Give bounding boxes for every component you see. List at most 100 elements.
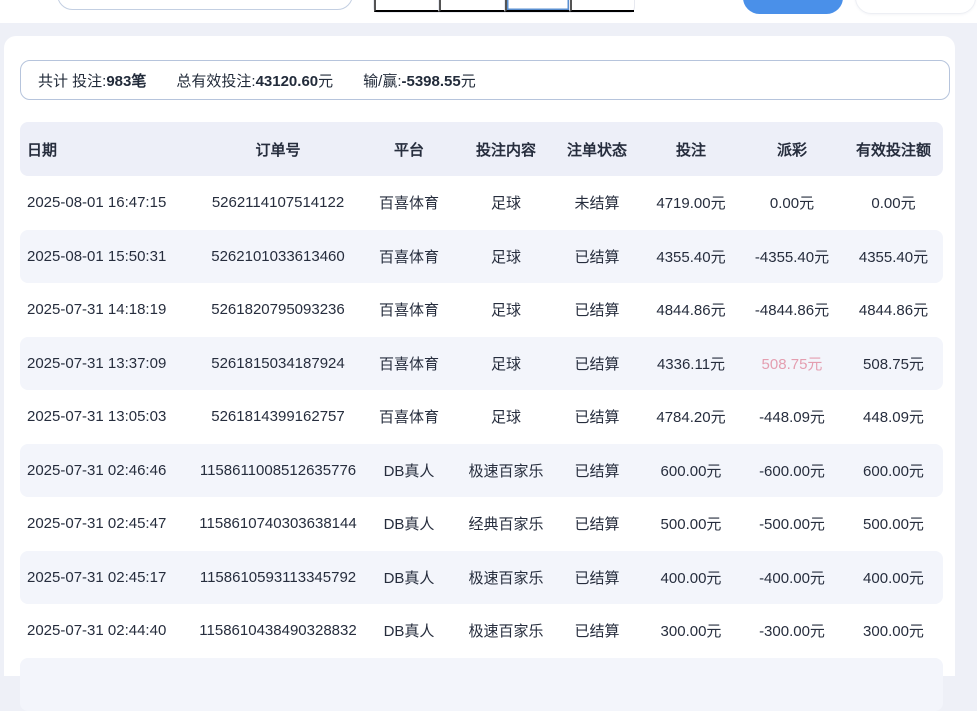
cell-payout: 508.75元	[740, 337, 844, 391]
table-row: 2025-07-31 02:46:46 1158611008512635776 …	[20, 444, 943, 498]
date-range-input[interactable]	[57, 0, 353, 10]
cell-payout: -300.00元	[740, 604, 844, 658]
table-row: 2025-07-31 02:44:40 1158610438490328832 …	[20, 604, 943, 658]
cell-platform: DB真人	[358, 551, 460, 605]
cell-date: 2025-07-31 13:37:09	[20, 337, 198, 391]
cell-content: 极速百家乐	[460, 604, 552, 658]
cell-order-id: 1158610593113345792	[198, 551, 358, 605]
cell-valid-bet: 4844.86元	[844, 283, 943, 337]
cell-content: 极速百家乐	[460, 551, 552, 605]
table-row: 2025-07-31 13:05:03 5261814399162757 百喜体…	[20, 390, 943, 444]
records-card: 共计 投注:983笔 总有效投注:43120.60元 输/赢:-5398.55元…	[4, 36, 955, 676]
cell-content: 极速百家乐	[460, 444, 552, 498]
cell-payout: 0.00元	[740, 176, 844, 230]
table-row: 2025-08-01 15:50:31 5262101033613460 百喜体…	[20, 230, 943, 284]
cell-bet: 400.00元	[642, 551, 740, 605]
cell-bet: 300.00元	[642, 604, 740, 658]
cell-bet: 4719.00元	[642, 176, 740, 230]
segment-button-1[interactable]	[374, 0, 439, 12]
column-header-order-id: 订单号	[198, 122, 358, 176]
cell-valid-bet: 600.00元	[844, 444, 943, 498]
table-row: 2025-07-31 02:45:47 1158610740303638144 …	[20, 497, 943, 551]
cell-bet: 4336.11元	[642, 337, 740, 391]
cell-platform: 百喜体育	[358, 230, 460, 284]
cell-bet: 4355.40元	[642, 230, 740, 284]
segment-button-3-active[interactable]	[505, 0, 570, 12]
cell-bet	[642, 658, 740, 711]
cell-status: 已结算	[552, 337, 642, 391]
cell-valid-bet: 400.00元	[844, 551, 943, 605]
cell-platform: DB真人	[358, 444, 460, 498]
cell-valid-bet: 448.09元	[844, 390, 943, 444]
summary-total-count: 共计 投注:983笔	[38, 70, 146, 91]
reset-button[interactable]	[855, 0, 976, 14]
cell-platform: 百喜体育	[358, 283, 460, 337]
cell-content: 经典百家乐	[460, 497, 552, 551]
cell-order-id: 1158610438490328832	[198, 604, 358, 658]
cell-valid-bet: 300.00元	[844, 604, 943, 658]
cell-order-id: 5261815034187924	[198, 337, 358, 391]
cell-order-id: 5261814399162757	[198, 390, 358, 444]
cell-platform: DB真人	[358, 497, 460, 551]
cell-platform: 百喜体育	[358, 176, 460, 230]
cell-payout	[740, 658, 844, 711]
table-row: 2025-07-31 02:45:17 1158610593113345792 …	[20, 551, 943, 605]
cell-status: 已结算	[552, 444, 642, 498]
column-header-platform: 平台	[358, 122, 460, 176]
table-row: 2025-07-31 13:37:09 5261815034187924 百喜体…	[20, 337, 943, 391]
cell-date: 2025-08-01 15:50:31	[20, 230, 198, 284]
cell-payout: -600.00元	[740, 444, 844, 498]
cell-order-id: 1158610740303638144	[198, 497, 358, 551]
cell-platform: 百喜体育	[358, 337, 460, 391]
period-segment-group	[373, 0, 635, 13]
cell-status	[552, 658, 642, 711]
cell-status: 已结算	[552, 283, 642, 337]
cell-status: 已结算	[552, 230, 642, 284]
cell-order-id: 5262114107514122	[198, 176, 358, 230]
summary-win-loss: 输/赢:-5398.55元	[363, 70, 476, 91]
cell-payout: -4844.86元	[740, 283, 844, 337]
cell-status: 已结算	[552, 604, 642, 658]
cell-platform: DB真人	[358, 604, 460, 658]
cell-date: 2025-07-31 02:46:46	[20, 444, 198, 498]
cell-valid-bet: 500.00元	[844, 497, 943, 551]
cell-payout: -448.09元	[740, 390, 844, 444]
cell-order-id: 5262101033613460	[198, 230, 358, 284]
cell-status: 已结算	[552, 551, 642, 605]
cell-date: 2025-07-31 02:45:17	[20, 551, 198, 605]
segment-button-2[interactable]	[439, 0, 504, 12]
column-header-valid-bet: 有效投注额	[844, 122, 943, 176]
cell-payout: -500.00元	[740, 497, 844, 551]
cell-content: 足球	[460, 283, 552, 337]
cell-valid-bet: 4355.40元	[844, 230, 943, 284]
cell-platform: 百喜体育	[358, 390, 460, 444]
cell-content: 足球	[460, 176, 552, 230]
cell-content: 足球	[460, 337, 552, 391]
column-header-bet: 投注	[642, 122, 740, 176]
cell-date: 2025-07-31 13:05:03	[20, 390, 198, 444]
cell-status: 已结算	[552, 497, 642, 551]
cell-bet: 500.00元	[642, 497, 740, 551]
segment-button-4[interactable]	[570, 0, 634, 12]
search-button[interactable]	[743, 0, 843, 14]
cell-bet: 4784.20元	[642, 390, 740, 444]
summary-valid-bet: 总有效投注:43120.60元	[176, 70, 333, 91]
column-header-content: 投注内容	[460, 122, 552, 176]
cell-platform	[358, 658, 460, 711]
cell-content: 足球	[460, 390, 552, 444]
cell-date: 2025-07-31 14:18:19	[20, 283, 198, 337]
summary-bar: 共计 投注:983笔 总有效投注:43120.60元 输/赢:-5398.55元	[20, 60, 950, 100]
table-row-partial	[20, 658, 943, 711]
column-header-date: 日期	[20, 122, 198, 176]
top-toolbar	[0, 0, 977, 23]
table-row: 2025-08-01 16:47:15 5262114107514122 百喜体…	[20, 176, 943, 230]
cell-status: 已结算	[552, 390, 642, 444]
cell-date: 2025-07-31 02:44:40	[20, 604, 198, 658]
cell-order-id	[198, 658, 358, 711]
cell-bet: 600.00元	[642, 444, 740, 498]
cell-date: 2025-08-01 16:47:15	[20, 176, 198, 230]
cell-content: 足球	[460, 230, 552, 284]
cell-order-id: 1158611008512635776	[198, 444, 358, 498]
cell-bet: 4844.86元	[642, 283, 740, 337]
table-header-row: 日期 订单号 平台 投注内容 注单状态 投注 派彩 有效投注额	[20, 122, 943, 176]
